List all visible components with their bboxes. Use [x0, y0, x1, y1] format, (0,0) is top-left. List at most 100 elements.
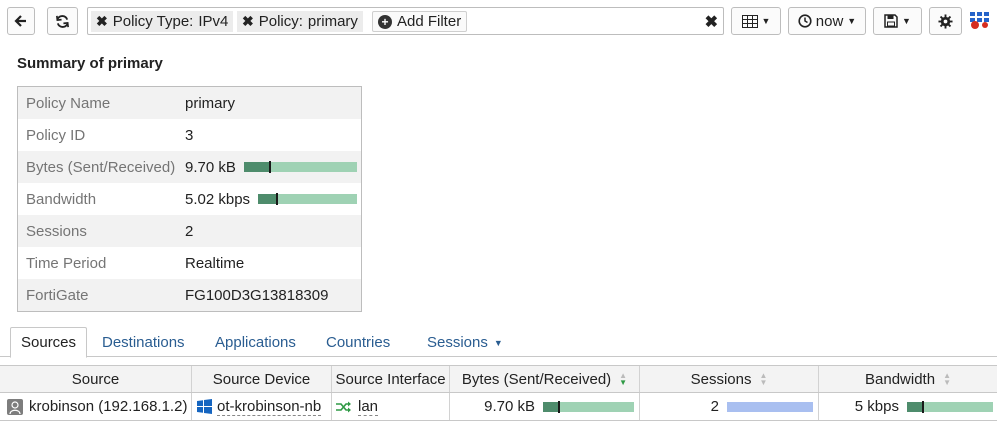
sessions-bar [727, 401, 813, 412]
column-header-source[interactable]: Source [0, 366, 192, 392]
tab-sources[interactable]: Sources [10, 327, 88, 358]
add-filter-button[interactable]: + Add Filter [372, 11, 467, 32]
sessions-bar-fill [727, 401, 813, 412]
column-label: Bytes (Sent/Received) [461, 370, 612, 388]
column-label: Source Device [212, 370, 311, 388]
remove-filter-icon[interactable]: ✖ [96, 13, 108, 30]
summary-value: primary [185, 94, 236, 112]
sort-descending-icon[interactable]: ▲ ▼ [619, 372, 627, 387]
time-label: now [815, 12, 844, 30]
column-label: Sessions [690, 370, 752, 388]
chevron-down-icon: ▼ [493, 337, 503, 348]
bandwidth-bar-marker [921, 400, 924, 413]
tab-bar: Sources Destinations Applications Countr… [0, 327, 997, 358]
sort-icon[interactable]: ▲ ▼ [759, 372, 767, 387]
save-icon [884, 14, 898, 28]
tab-label: Sessions [427, 334, 488, 351]
column-label: Bandwidth [865, 370, 936, 388]
column-label: Source [71, 370, 120, 388]
cell-sessions: 2 [640, 393, 819, 420]
table-row[interactable]: krobinson (192.168.1.2) ot-krobinson-nb … [0, 393, 997, 421]
refresh-button[interactable] [47, 7, 78, 35]
summary-label: Bandwidth [26, 190, 97, 208]
cell-source: krobinson (192.168.1.2) [0, 393, 192, 420]
summary-row-bytes: Bytes (Sent/Received) 9.70 kB [18, 151, 361, 183]
bytes-bar-fill [543, 401, 560, 412]
tab-applications[interactable]: Applications [215, 327, 296, 358]
summary-value: 2 [185, 222, 194, 240]
filter-bar[interactable]: ✖ Policy Type: IPv4 ✖ Policy: primary + … [87, 7, 724, 35]
back-button[interactable] [7, 7, 35, 35]
save-button[interactable]: ▼ [873, 7, 922, 35]
refresh-icon [56, 14, 69, 28]
bytes-bar [543, 400, 634, 413]
tab-countries[interactable]: Countries [326, 327, 390, 358]
windows-icon [197, 399, 212, 414]
settings-button[interactable] [929, 7, 962, 35]
bandwidth-bar-marker [275, 193, 278, 205]
bandwidth-bar [258, 193, 358, 205]
user-avatar-icon [7, 398, 23, 415]
grid-view-icon [741, 14, 758, 28]
tab-destinations[interactable]: Destinations [102, 327, 185, 358]
chevron-down-icon: ▼ [847, 16, 857, 26]
summary-label: Policy Name [26, 94, 111, 112]
sort-icon[interactable]: ▲ ▼ [943, 372, 951, 387]
summary-value: FG100D3G13818309 [185, 286, 329, 304]
summary-label: Policy ID [26, 126, 86, 144]
tab-label: Destinations [102, 334, 185, 351]
add-filter-label: Add Filter [397, 13, 462, 30]
column-label: Source Interface [335, 370, 446, 388]
filter-chip-policy[interactable]: ✖ Policy: primary [237, 11, 363, 32]
column-header-sessions[interactable]: Sessions ▲ ▼ [640, 366, 819, 392]
chevron-down-icon: ▼ [902, 16, 911, 26]
filter-key: Policy Type: [112, 13, 194, 30]
summary-label: Sessions [26, 222, 87, 240]
summary-title: Summary of primary [17, 55, 163, 72]
tab-label: Applications [215, 334, 296, 351]
gear-icon [938, 13, 953, 29]
cell-bytes: 9.70 kB [450, 393, 640, 420]
clock-icon [798, 14, 812, 28]
remove-filter-icon[interactable]: ✖ [242, 13, 254, 30]
bytes-bar-marker [558, 400, 561, 413]
source-value[interactable]: krobinson (192.168.1.2) [29, 398, 187, 415]
summary-value: 5.02 kbps [185, 190, 251, 208]
chevron-down-icon: ▼ [761, 16, 771, 26]
back-arrow-icon [14, 15, 26, 27]
column-header-source-device[interactable]: Source Device [192, 366, 332, 392]
time-select-button[interactable]: now ▼ [788, 7, 866, 35]
bandwidth-bar-fill [258, 194, 277, 204]
clear-filters-icon[interactable]: ✖ [705, 12, 718, 32]
device-link[interactable]: ot-krobinson-nb [217, 398, 322, 416]
table-header: Source Source Device Source Interface By… [0, 365, 997, 393]
summary-label: FortiGate [26, 286, 89, 304]
bandwidth-value: 5 kbps [854, 398, 899, 415]
summary-value: Realtime [185, 254, 245, 272]
bandwidth-bar [907, 400, 993, 413]
summary-row-time-period: Time Period Realtime [18, 247, 361, 279]
filter-value: IPv4 [198, 13, 229, 30]
bytes-bar-marker [268, 161, 271, 173]
column-header-source-interface[interactable]: Source Interface [332, 366, 450, 392]
summary-label: Bytes (Sent/Received) [26, 158, 176, 176]
interface-link[interactable]: lan [358, 398, 379, 416]
cell-bandwidth: 5 kbps [819, 393, 997, 420]
view-toggle-button[interactable]: ▼ [731, 7, 781, 35]
interface-shuffle-icon [336, 401, 351, 412]
column-header-bandwidth[interactable]: Bandwidth ▲ ▼ [819, 366, 997, 392]
filter-chip-policy-type[interactable]: ✖ Policy Type: IPv4 [91, 11, 234, 32]
sessions-value: 2 [710, 398, 719, 415]
bytes-bar-fill [243, 162, 270, 172]
filter-key: Policy: [258, 13, 303, 30]
summary-value: 9.70 kB [185, 158, 236, 176]
summary-label: Time Period [26, 254, 107, 272]
fortinet-logo-icon[interactable] [968, 10, 992, 32]
summary-row-policy-id: Policy ID 3 [18, 119, 361, 151]
tab-label: Countries [326, 334, 391, 351]
tab-label: Sources [21, 334, 77, 351]
summary-row-policy-name: Policy Name primary [18, 87, 361, 119]
column-header-bytes[interactable]: Bytes (Sent/Received) ▲ ▼ [450, 366, 640, 392]
tab-sessions[interactable]: Sessions ▼ [427, 327, 503, 358]
bytes-bar [243, 161, 357, 173]
